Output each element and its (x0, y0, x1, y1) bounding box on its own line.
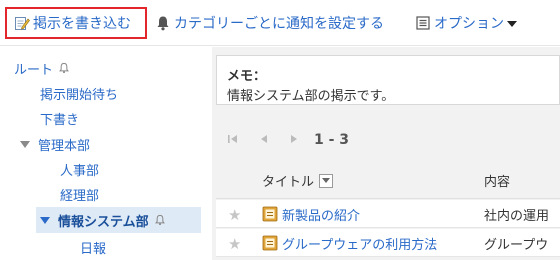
tree-item-pending[interactable]: 掲示開始待ち (40, 82, 118, 104)
tree-item-it-dept[interactable]: 情報システム部 (36, 207, 201, 233)
notification-settings-label: カテゴリーごとに通知を設定する (174, 16, 384, 32)
edit-note-icon (13, 14, 31, 32)
tree-item-hr[interactable]: 人事部 (60, 158, 99, 180)
category-tree: ルート 掲示開始待ち 下書き 管理本部 人事部 経理部 情報システム部 日報 (0, 47, 205, 260)
table-header: タイトル 内容 (216, 159, 560, 199)
message-title-link[interactable]: 新製品の紹介 (282, 205, 360, 224)
first-page-icon[interactable] (228, 133, 238, 147)
options-menu-button[interactable]: オプション (414, 7, 517, 39)
message-icon (262, 235, 278, 251)
prev-page-icon[interactable] (260, 133, 268, 147)
bell-icon (154, 14, 172, 32)
column-header-content: 内容 (484, 175, 511, 190)
post-message-button[interactable]: 掲示を書き込む (5, 7, 147, 39)
memo-label: メモ： (227, 69, 267, 84)
expand-triangle-icon[interactable] (40, 216, 50, 224)
column-header-title[interactable]: タイトル (262, 171, 334, 190)
pagination: 1 - 3 (228, 130, 349, 150)
tree-item-root[interactable]: ルート (14, 57, 69, 79)
expand-triangle-icon[interactable] (20, 140, 30, 148)
tree-item-daily-report[interactable]: 日報 (80, 236, 106, 258)
tree-item-label: 掲示開始待ち (40, 87, 119, 103)
message-table: タイトル 内容 ★ 新製品の紹介 社内の運用 ★ グループウェアの利用方法 グル… (216, 159, 560, 257)
message-content: グループウ (484, 238, 549, 253)
options-label: オプション (434, 16, 504, 32)
tree-item-label: 経理部 (60, 188, 100, 204)
next-page-icon[interactable] (290, 133, 298, 147)
post-message-label: 掲示を書き込む (33, 16, 131, 32)
memo-box: メモ： 情報システム部の掲示です。 (216, 55, 560, 105)
tree-item-admin-division[interactable]: 管理本部 (20, 133, 90, 155)
notification-settings-button[interactable]: カテゴリーごとに通知を設定する (154, 7, 384, 39)
message-content: 社内の運用 (484, 209, 550, 224)
column-header-label: タイトル (262, 175, 315, 190)
table-row[interactable]: ★ 新製品の紹介 社内の運用 (216, 200, 560, 228)
star-icon[interactable]: ★ (228, 206, 241, 224)
main-content: メモ： 情報システム部の掲示です。 1 - 3 タイトル 内容 ★ 新製品の紹介… (212, 47, 560, 260)
memo-text: 情報システム部の掲示です。 (227, 89, 395, 104)
chevron-down-icon (507, 21, 517, 27)
tree-item-accounting[interactable]: 経理部 (60, 183, 99, 205)
tree-item-label: 管理本部 (38, 138, 91, 154)
tree-item-label: ルート (14, 62, 54, 78)
list-menu-icon (414, 14, 432, 32)
toolbar: 掲示を書き込む カテゴリーごとに通知を設定する オプション (0, 0, 560, 46)
bell-icon (154, 214, 165, 226)
page-range: 1 - 3 (314, 132, 350, 148)
tree-item-label: 人事部 (60, 163, 100, 179)
tree-item-label: 下書き (40, 112, 80, 128)
table-row[interactable]: ★ グループウェアの利用方法 グループウ (216, 229, 560, 257)
bell-icon (59, 62, 69, 74)
tree-item-label: 日報 (80, 241, 107, 257)
star-icon[interactable]: ★ (228, 235, 241, 253)
tree-item-drafts[interactable]: 下書き (40, 107, 79, 129)
sort-dropdown-icon[interactable] (319, 173, 334, 188)
message-title-link[interactable]: グループウェアの利用方法 (282, 234, 437, 253)
tree-item-label: 情報システム部 (58, 214, 149, 230)
message-icon (262, 206, 278, 222)
